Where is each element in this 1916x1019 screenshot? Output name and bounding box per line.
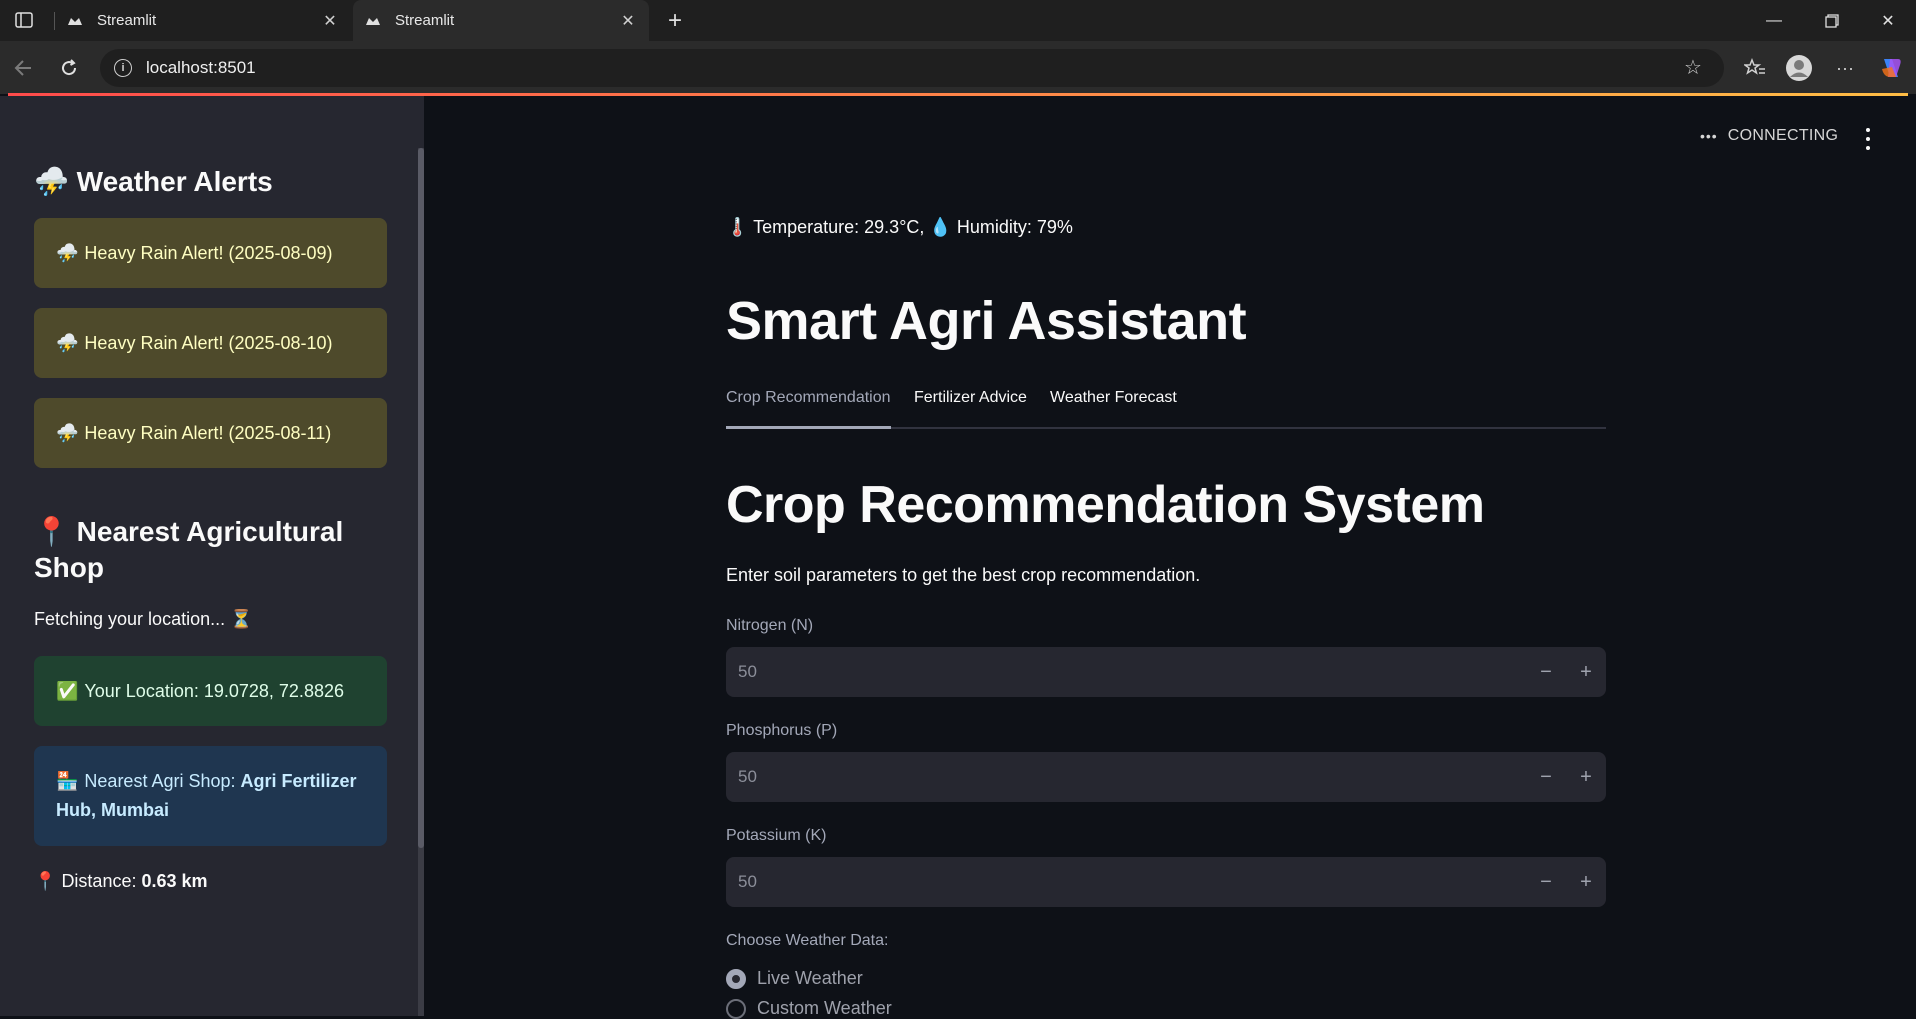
increment-button[interactable]: + [1566, 752, 1606, 802]
refresh-icon[interactable] [54, 53, 84, 83]
decrement-button[interactable]: − [1526, 857, 1566, 907]
store-icon: 🏪 [56, 771, 79, 791]
nitrogen-label: Nitrogen (N) [726, 617, 814, 634]
app-title: Smart Agri Assistant [726, 291, 1247, 351]
favorites-icon[interactable] [1740, 53, 1770, 83]
increment-button[interactable]: + [1566, 857, 1606, 907]
status-dots-icon: ••• [1700, 128, 1718, 144]
rain-alert-3: ⛈️ Heavy Rain Alert! (2025-08-11) [34, 398, 387, 468]
url-field[interactable]: i localhost:8501 ☆ [100, 49, 1724, 87]
fetching-location-text: Fetching your location... ⏳ [34, 609, 253, 629]
main-menu-icon[interactable] [1858, 126, 1878, 152]
nearest-shop-heading: 📍 Nearest Agricultural Shop [34, 516, 344, 583]
section-description: Enter soil parameters to get the best cr… [726, 565, 1201, 585]
location-success-box: ✅ Your Location: 19.0728, 72.8826 [34, 656, 387, 726]
section-title: Crop Recommendation System [726, 476, 1485, 534]
phosphorus-label: Phosphorus (P) [726, 722, 838, 739]
tab-weather-forecast[interactable]: Weather Forecast [1050, 389, 1177, 429]
more-options-icon[interactable]: ··· [1830, 53, 1860, 83]
thermometer-icon: 🌡️ [726, 217, 749, 237]
streamlit-favicon-icon [365, 13, 383, 29]
storm-cloud-icon: ⛈️ [34, 166, 69, 197]
map-pin-icon: 📍 [34, 871, 57, 891]
droplet-icon: 💧 [929, 217, 952, 237]
decrement-button[interactable]: − [1526, 647, 1566, 697]
phosphorus-input[interactable]: 50 − + [726, 752, 1606, 802]
tab-crop-recommendation[interactable]: Crop Recommendation [726, 389, 891, 429]
back-arrow-icon[interactable] [8, 53, 38, 83]
nearest-shop-box: 🏪 Nearest Agri Shop: Agri Fertilizer Hub,… [34, 746, 387, 846]
tab-title: Streamlit [395, 12, 455, 29]
browser-tab-1[interactable]: Streamlit ✕ [55, 0, 351, 41]
tab-list: Crop Recommendation Fertilizer Advice We… [726, 389, 1606, 429]
browser-address-bar: i localhost:8501 ☆ ··· [0, 41, 1916, 94]
favorite-star-icon[interactable]: ☆ [1684, 58, 1704, 78]
new-tab-button[interactable]: + [662, 7, 688, 34]
current-weather-line: 🌡️ Temperature: 29.3°C, 💧 Humidity: 79% [726, 217, 1073, 237]
storm-cloud-icon: ⛈️ [56, 332, 79, 353]
connection-status: ••• CONNECTING [1700, 127, 1839, 144]
map-pin-icon: 📍 [34, 516, 69, 547]
url-text: localhost:8501 [146, 58, 256, 77]
browser-tab-2[interactable]: Streamlit ✕ [353, 0, 649, 41]
distance-text: 📍 Distance: 0.63 km [34, 871, 208, 891]
close-window-button[interactable]: ✕ [1860, 0, 1916, 41]
tab-fertilizer-advice[interactable]: Fertilizer Advice [914, 389, 1027, 429]
potassium-label: Potassium (K) [726, 827, 827, 844]
tab-title: Streamlit [97, 12, 157, 29]
minimize-window-button[interactable]: — [1746, 0, 1802, 41]
restore-window-button[interactable] [1804, 0, 1860, 41]
potassium-input[interactable]: 50 − + [726, 857, 1606, 907]
storm-cloud-icon: ⛈️ [56, 242, 79, 263]
site-info-icon[interactable]: i [114, 59, 132, 77]
rain-alert-1: ⛈️ Heavy Rain Alert! (2025-08-09) [34, 218, 387, 288]
decrement-button[interactable]: − [1526, 752, 1566, 802]
weather-choice-label: Choose Weather Data: [726, 932, 889, 949]
close-tab-icon[interactable]: ✕ [619, 12, 637, 30]
weather-alerts-heading: ⛈️ Weather Alerts [34, 166, 273, 197]
streamlit-favicon-icon [67, 13, 85, 29]
radio-selected-icon [726, 968, 746, 989]
storm-cloud-icon: ⛈️ [56, 422, 79, 443]
radio-live-weather[interactable]: Live Weather [726, 968, 863, 989]
nitrogen-input[interactable]: 50 − + [726, 647, 1606, 697]
profile-avatar-icon[interactable] [1784, 53, 1814, 83]
tab-actions-icon[interactable] [12, 9, 36, 31]
increment-button[interactable]: + [1566, 647, 1606, 697]
rain-alert-2: ⛈️ Heavy Rain Alert! (2025-08-10) [34, 308, 387, 378]
check-mark-icon: ✅ [56, 680, 79, 701]
browser-tab-bar: Streamlit ✕ Streamlit ✕ + — ✕ [0, 0, 1916, 41]
close-tab-icon[interactable]: ✕ [321, 12, 339, 30]
copilot-icon[interactable] [1876, 53, 1906, 83]
